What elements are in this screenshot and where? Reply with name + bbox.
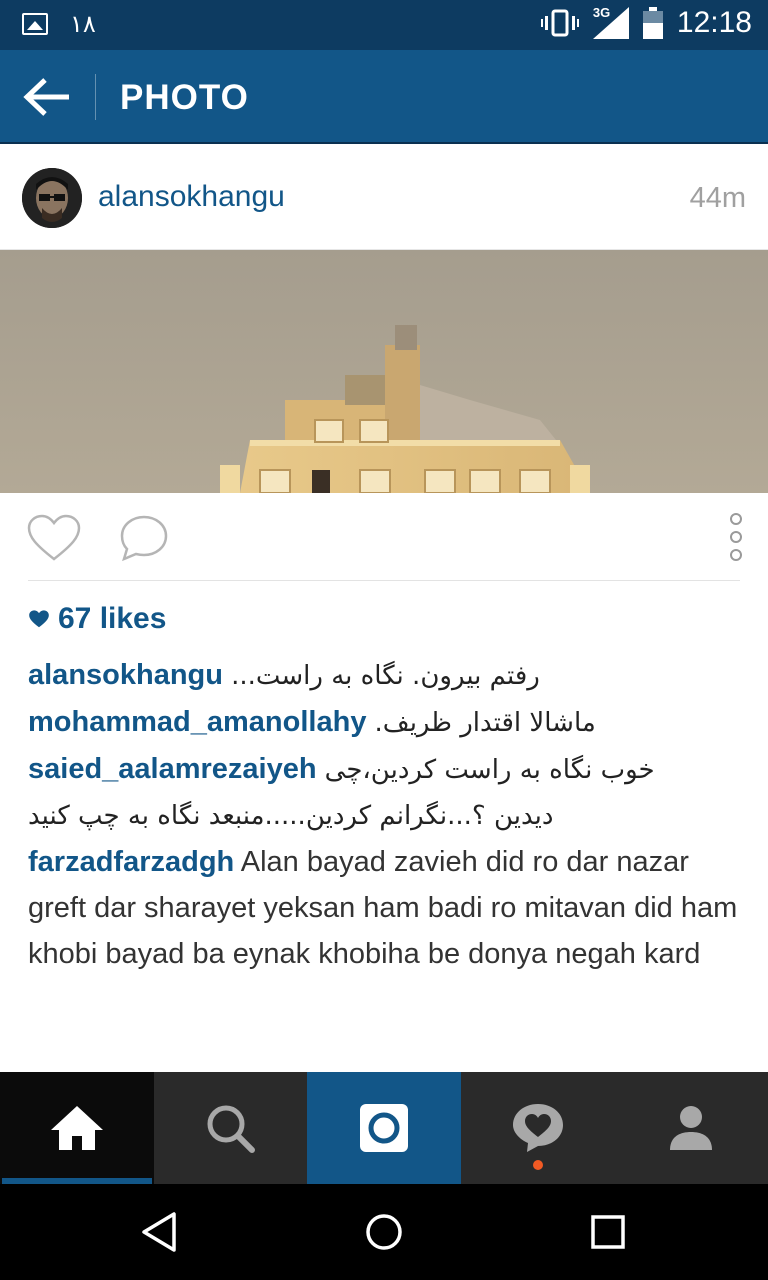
comment-author[interactable]: saied_aalamrezaiyeh [28,753,317,785]
camera-icon [359,1104,408,1152]
like-button[interactable] [26,513,82,563]
tab-camera[interactable] [307,1072,461,1184]
heart-outline-icon [27,514,81,561]
triangle-back-icon [142,1212,176,1252]
home-icon [50,1106,103,1150]
status-bar: ۱۸ 3G 12:18 [0,0,768,50]
image-notification-icon [22,13,48,35]
heart-filled-icon [29,610,49,628]
post-header: alansokhangu 44m [0,146,768,250]
comment-author[interactable]: alansokhangu [28,659,223,691]
nav-back-button[interactable] [138,1210,182,1254]
actions-divider [28,580,740,581]
comment-text: خوب نگاه به راست کردین،چی [324,755,655,785]
system-nav-bar [0,1184,768,1280]
notification-count: ۱۸ [70,10,96,38]
vibrate-icon [540,8,579,38]
notification-dot [532,1160,543,1170]
tab-profile[interactable] [614,1072,768,1184]
comment: mohammad_amanollahy ماشالا اقتدار ظریف. [28,699,748,746]
person-icon [670,1106,713,1150]
signal-3g-icon: 3G [592,5,629,39]
comment-author[interactable]: mohammad_amanollahy [28,706,366,738]
post-actions [0,493,768,581]
search-icon [207,1105,256,1153]
avatar[interactable] [22,168,82,228]
bottom-tab-bar [0,1072,768,1184]
comment: alansokhangu رفتم بیرون. نگاه به راست... [28,652,748,699]
comment: saied_aalamrezaiyeh خوب نگاه به راست کرد… [28,746,748,793]
square-recents-icon [591,1215,625,1249]
comment-author[interactable]: farzadfarzadgh [28,846,234,878]
comment-text: رفتم بیرون. نگاه به راست... [231,661,540,691]
post-username[interactable]: alansokhangu [98,180,285,214]
app-bar: PHOTO [0,50,768,144]
arrow-left-icon [23,78,69,116]
likes-count[interactable]: 67 likes [28,602,166,636]
more-options-button[interactable] [728,511,744,563]
battery-icon [642,7,663,39]
post-photo[interactable] [0,250,768,493]
comments-list: alansokhangu رفتم بیرون. نگاه به راست...… [28,652,748,977]
nav-recents-button[interactable] [586,1210,630,1254]
comment-button[interactable] [118,513,170,563]
circle-home-icon [366,1214,402,1250]
tab-activity[interactable] [460,1072,615,1184]
network-type: 3G [592,5,611,20]
comment: farzadfarzadgh Alan bayad zavieh did ro … [28,839,748,977]
comment-text: ماشالا اقتدار ظریف. [374,708,596,738]
likes-label: 67 likes [58,602,167,635]
more-vertical-icon [730,513,742,561]
back-button[interactable] [20,72,74,122]
comment-continuation: دیدین ؟...نگرانم کردین.....منبعد نگاه به… [28,801,554,831]
comment-bubble-icon [120,515,168,562]
nav-home-button[interactable] [362,1210,406,1254]
post-timestamp: 44m [689,182,746,214]
page-title: PHOTO [120,78,249,117]
clock: 12:18 [676,6,752,39]
heart-bubble-icon [512,1104,563,1152]
app-bar-divider [95,74,96,120]
tab-search[interactable] [153,1072,308,1184]
tab-home[interactable] [0,1072,154,1184]
